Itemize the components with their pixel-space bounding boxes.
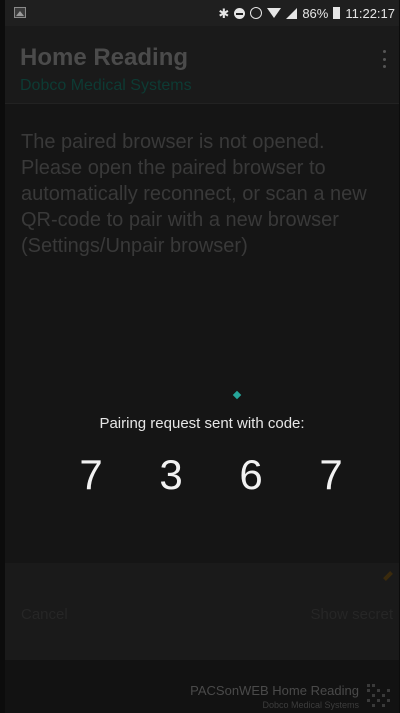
clock: 11:22:17 xyxy=(345,5,395,21)
app-title: Home Reading xyxy=(20,44,189,71)
wifi-icon xyxy=(267,8,282,18)
app-screen: ✱ 86% 11:22:17 Home Reading Dobco Medica… xyxy=(5,0,399,713)
battery-icon xyxy=(333,7,341,19)
overflow-menu-icon[interactable] xyxy=(383,50,387,68)
cancel-button[interactable]: Cancel xyxy=(21,606,68,623)
footer-subtitle: Dobco Medical Systems xyxy=(262,700,359,710)
alarm-icon xyxy=(250,7,263,19)
code-digit: 7 xyxy=(319,451,343,498)
code-digit: 3 xyxy=(159,451,183,498)
dobco-logo-icon xyxy=(367,684,390,707)
reconnect-message: The paired browser is not opened. Please… xyxy=(21,131,367,257)
status-bar: ✱ 86% 11:22:17 xyxy=(5,0,399,26)
gallery-icon xyxy=(14,7,26,18)
action-panel: Cancel Show secret xyxy=(5,563,399,660)
app-subtitle: Dobco Medical Systems xyxy=(20,77,192,94)
pairing-code: 7 3 6 7 xyxy=(5,451,399,501)
pairing-label: Pairing request sent with code: xyxy=(99,415,305,432)
bluetooth-icon: ✱ xyxy=(218,5,230,21)
footer: PACSonWEB Home Reading Dobco Medical Sys… xyxy=(5,660,399,713)
pencil-icon xyxy=(383,571,393,581)
app-bar: Home Reading Dobco Medical Systems xyxy=(5,26,399,104)
code-digit: 6 xyxy=(239,451,263,498)
battery-percent: 86% xyxy=(302,5,329,21)
progress-dot-icon xyxy=(232,390,242,400)
show-secret-button[interactable]: Show secret xyxy=(310,606,393,623)
do-not-disturb-icon xyxy=(234,7,246,19)
signal-icon xyxy=(286,7,298,19)
code-digit: 7 xyxy=(79,451,103,498)
status-icons: ✱ 86% 11:22:17 xyxy=(218,4,395,22)
footer-title: PACSonWEB Home Reading xyxy=(190,683,359,698)
